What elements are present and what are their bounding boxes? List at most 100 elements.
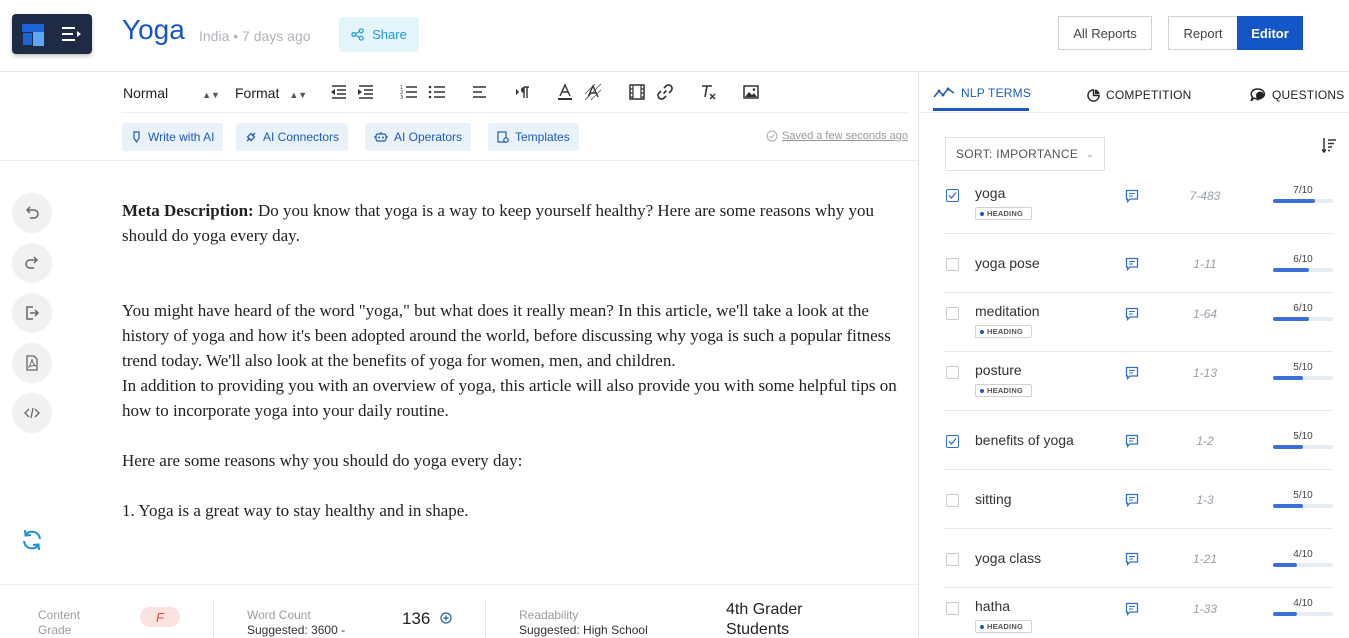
term-row[interactable]: benefits of yoga 1-2 5/10 (943, 411, 1333, 470)
score-bar-fill (1273, 317, 1309, 321)
term-row[interactable]: yoga pose 1-11 6/10 (943, 234, 1333, 293)
meta-description-label: Meta Description: (122, 201, 254, 220)
comment-icon[interactable] (1125, 493, 1139, 507)
score-bar-fill (1273, 268, 1309, 272)
term-score-value: 5/10 (1293, 362, 1313, 373)
term-checkbox[interactable] (946, 189, 959, 202)
term-row[interactable]: meditation HEADING 1-64 6/10 (943, 293, 1333, 352)
trend-line-icon (933, 87, 955, 98)
divider (213, 599, 214, 638)
term-range: 1-2 (1196, 434, 1214, 448)
save-status-text: Saved a few seconds ago (782, 130, 908, 142)
text-color-icon[interactable] (556, 83, 574, 101)
score-bar-fill (1273, 563, 1297, 567)
comment-icon[interactable] (1125, 257, 1139, 271)
score-bar-fill (1273, 504, 1303, 508)
term-score: 5/10 (1273, 490, 1333, 508)
term-range: 1-3 (1196, 493, 1214, 507)
term-checkbox[interactable] (946, 553, 959, 566)
heading-badge-label: HEADING (987, 386, 1023, 395)
ai-operators-button[interactable]: AI Operators (365, 123, 472, 151)
ai-operators-label: AI Operators (394, 130, 463, 144)
editor-content[interactable]: Meta Description: Do you know that yoga … (122, 198, 917, 523)
connector-icon (246, 132, 256, 142)
term-row[interactable]: yoga class 1-21 4/10 (943, 529, 1333, 588)
sort-dropdown-value: SORT: IMPORTANCE (956, 147, 1079, 161)
clear-format-icon[interactable] (699, 83, 717, 101)
refresh-icon[interactable] (20, 528, 44, 552)
paragraph-style-select[interactable]: Normal ▲▼ (123, 85, 220, 101)
pdf-button[interactable] (12, 343, 52, 383)
term-row[interactable]: posture HEADING 1-13 5/10 (943, 352, 1333, 411)
all-reports-button[interactable]: All Reports (1058, 16, 1152, 50)
write-with-ai-button[interactable]: Write with AI (122, 123, 224, 151)
comment-icon[interactable] (1125, 366, 1139, 380)
score-bar-fill (1273, 199, 1315, 203)
share-button[interactable]: Share (339, 17, 419, 52)
term-score-value: 4/10 (1293, 549, 1313, 560)
heading-badge: HEADING (975, 384, 1032, 397)
heading-badge-label: HEADING (987, 327, 1023, 336)
term-row[interactable]: yoga HEADING 7-483 7/10 (943, 175, 1333, 234)
score-bar-track (1273, 268, 1333, 272)
templates-button[interactable]: Templates (488, 123, 579, 151)
select-arrows-icon: ▲▼ (202, 90, 220, 100)
term-checkbox[interactable] (946, 494, 959, 507)
term-checkbox[interactable] (946, 307, 959, 320)
indent-icon[interactable] (357, 83, 375, 101)
save-status: Saved a few seconds ago (766, 130, 908, 142)
comment-icon[interactable] (1125, 434, 1139, 448)
redo-button[interactable] (12, 243, 52, 283)
export-button[interactable] (12, 293, 52, 333)
term-checkbox[interactable] (946, 435, 959, 448)
term-name: yoga pose (975, 255, 1040, 271)
outdent-icon[interactable] (330, 83, 348, 101)
video-icon[interactable] (628, 83, 646, 101)
format-select[interactable]: Format ▲▼ (235, 85, 307, 101)
sort-dropdown[interactable]: SORT: IMPORTANCE ⌄ (945, 137, 1105, 171)
undo-button[interactable] (12, 193, 52, 233)
bullet-list-icon[interactable] (428, 83, 446, 101)
term-name: hatha (975, 598, 1011, 614)
term-checkbox[interactable] (946, 602, 959, 615)
term-range: 1-21 (1192, 552, 1218, 566)
editor-button[interactable]: Editor (1237, 16, 1303, 50)
check-circle-icon (766, 130, 778, 142)
score-bar-fill (1273, 445, 1303, 449)
ai-toolbar-row: Write with AI AI Connectors AI Operators (122, 123, 908, 153)
write-with-ai-label: Write with AI (148, 130, 215, 144)
heading-badge: HEADING (975, 620, 1032, 633)
html-code-button[interactable] (12, 393, 52, 433)
term-checkbox[interactable] (946, 366, 959, 379)
tab-nlp-terms[interactable]: NLP TERMS (933, 86, 1031, 100)
image-icon[interactable] (742, 83, 760, 101)
term-row[interactable]: hatha HEADING 1-33 4/10 (943, 588, 1333, 638)
comment-icon[interactable] (1125, 602, 1139, 616)
app-menu-button[interactable] (12, 14, 92, 54)
logo-icon (22, 24, 44, 46)
robot-icon (374, 132, 388, 142)
text-direction-icon[interactable] (514, 83, 532, 101)
ai-connectors-button[interactable]: AI Connectors (236, 123, 349, 151)
score-bar-track (1273, 199, 1333, 203)
term-checkbox[interactable] (946, 258, 959, 271)
score-bar-track (1273, 445, 1333, 449)
sort-order-icon[interactable] (1321, 137, 1337, 153)
background-color-icon[interactable] (584, 83, 602, 101)
comment-icon[interactable] (1125, 552, 1139, 566)
heading-badge-label: HEADING (987, 209, 1023, 218)
info-icon[interactable] (440, 612, 452, 624)
tab-questions[interactable]: QUESTIONS (1250, 88, 1344, 102)
link-icon[interactable] (656, 83, 674, 101)
align-left-icon[interactable] (471, 83, 489, 101)
pdf-icon (26, 355, 38, 371)
tab-competition[interactable]: COMPETITION (1087, 88, 1192, 102)
comment-icon[interactable] (1125, 307, 1139, 321)
word-count-value: 136 (402, 609, 431, 628)
ordered-list-icon[interactable]: 1 2 3 (400, 83, 418, 101)
term-row[interactable]: sitting 1-3 5/10 (943, 470, 1333, 529)
comment-icon[interactable] (1125, 189, 1139, 203)
tab-nlp-terms-label: NLP TERMS (961, 86, 1032, 100)
report-button[interactable]: Report (1168, 16, 1238, 50)
score-bar-track (1273, 504, 1333, 508)
